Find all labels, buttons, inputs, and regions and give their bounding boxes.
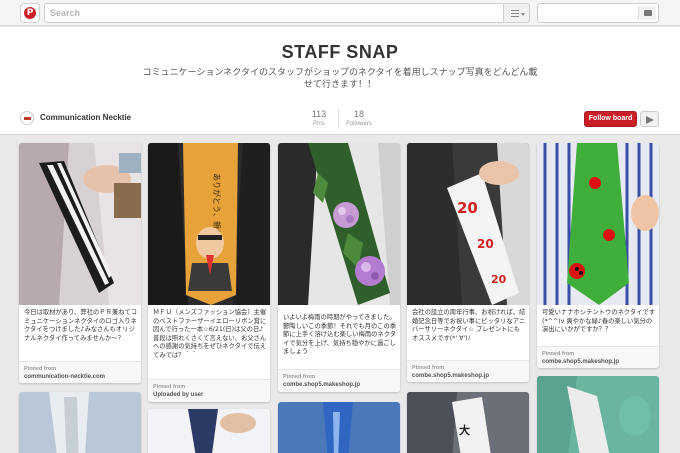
svg-text:20: 20 (457, 199, 478, 217)
pin-image[interactable]: 大 (407, 392, 529, 453)
board-title: STAFF SNAP (281, 42, 399, 62)
pinned-from-label: Pinned from (542, 351, 575, 357)
pin-description: いよいよ梅雨の時期がやってきました。鬱陶しいこの季節！それでも月のこの季節に上手… (283, 314, 397, 356)
pin-card[interactable] (278, 402, 400, 453)
pin-image[interactable] (278, 143, 400, 305)
pin-description: ＭＦＵ（メンズファッション協会）主催のベストファーザーイエローリボン賞に因んで行… (153, 309, 267, 359)
top-bar: P Search (0, 0, 680, 26)
pin-image[interactable]: 20 20 20 (407, 143, 529, 305)
board-description: コミュニケーションネクタイのスタッフがショップのネクタイを着用しスナップ写真をど… (142, 68, 538, 90)
search-input[interactable]: Search (44, 3, 504, 23)
photo-anniversary-tie: 20 20 20 (407, 143, 529, 305)
pinned-from-label: Pinned from (412, 365, 445, 371)
send-button[interactable] (640, 111, 659, 127)
messages-icon (644, 10, 652, 16)
pinterest-logo-mark: P (24, 7, 36, 19)
pin-card[interactable] (19, 392, 141, 453)
pinterest-logo-icon[interactable]: P (20, 3, 40, 23)
pin-source[interactable]: Pinned from combe.shop5.makeshop.jp (537, 346, 659, 368)
board-header: STAFF SNAP コミュニケーションネクタイのスタッフがショップのネクタイを… (0, 27, 680, 135)
menu-icon (511, 10, 519, 17)
owner-name[interactable]: Communication Necktie (40, 112, 131, 124)
owner-avatar[interactable] (20, 111, 34, 125)
pin-image[interactable] (148, 409, 270, 453)
user-box[interactable] (537, 3, 659, 23)
svg-text:20: 20 (477, 237, 494, 251)
pinned-from-label: Pinned from (153, 384, 186, 390)
pin-description: 今日は取材があり、弊社のＰＲ兼ねてコミュニケーションネクタイのロゴ入りネクタイを… (24, 309, 138, 342)
pin-card[interactable]: 可愛いナナホシテントウのネクタイです(*^^)v 爽やかな緑♪春の楽しい気分の演… (537, 143, 659, 368)
pin-image[interactable]: ありがとう、親父。 (148, 143, 270, 305)
photo-yellow-ribbon-tie: ありがとう、親父。 (148, 143, 270, 305)
pin-source[interactable]: Pinned from Uploaded by user (148, 379, 270, 402)
caret-down-icon (521, 13, 525, 16)
pin-card[interactable]: いよいよ梅雨の時期がやってきました。鬱陶しいこの季節！それでも月のこの季節に上手… (278, 143, 400, 392)
svg-text:大: 大 (459, 423, 470, 437)
send-icon (646, 116, 654, 124)
pin-source-link[interactable]: communication-necktie.com (24, 373, 105, 381)
pins-count: 113 (311, 109, 327, 119)
pin-card[interactable]: ありがとう、親父。 ＭＦＵ（メンズファッション協会）主催のベストファーザーイエロ… (148, 143, 270, 402)
pin-source[interactable]: Pinned from communication-necktie.com (19, 361, 141, 383)
pinned-from-label: Pinned from (24, 366, 57, 372)
necktie-logo-icon (24, 117, 31, 120)
pin-card[interactable]: 今日は取材があり、弊社のＰＲ兼ねてコミュニケーションネクタイのロゴ入りネクタイを… (19, 143, 141, 383)
pin-image[interactable] (278, 402, 400, 453)
photo-hydrangea-tie (278, 143, 400, 305)
pin-source-link[interactable]: combe.shop5.makeshop.jp (412, 372, 489, 380)
pin-description: 会社の設立の周年行事、お祝ければ、結婚記念日等でお祝い事にピッタリなアニバーサリ… (412, 309, 526, 342)
pin-source-link[interactable]: Uploaded by user (153, 391, 203, 399)
pin-image[interactable] (537, 143, 659, 305)
pin-image[interactable] (19, 392, 141, 453)
messages-button[interactable] (638, 6, 656, 20)
pin-image[interactable] (19, 143, 141, 305)
follow-board-button[interactable]: Follow board (584, 111, 637, 127)
svg-text:20: 20 (491, 273, 507, 286)
photo-striped-tie (19, 143, 141, 305)
followers-stat[interactable]: 18 Followers (339, 109, 379, 128)
pinned-from-label: Pinned from (283, 374, 316, 380)
search-placeholder: Search (50, 8, 81, 18)
pin-source[interactable]: Pinned from combe.shop5.makeshop.jp (278, 369, 400, 392)
pin-source[interactable]: Pinned from combe.shop5.makeshop.jp (407, 360, 529, 382)
pin-source-link[interactable]: combe.shop5.makeshop.jp (283, 381, 360, 389)
pin-card[interactable] (148, 409, 270, 453)
pins-stat[interactable]: 113 Pins (299, 109, 339, 128)
pin-source-link[interactable]: combe.shop5.makeshop.jp (542, 358, 619, 366)
menu-button[interactable] (504, 3, 530, 23)
photo-ladybug-tie (537, 143, 659, 305)
pin-card[interactable]: 20 20 20 会社の設立の周年行事、お祝ければ、結婚記念日等でお祝い事にピッ… (407, 143, 529, 382)
pin-card[interactable] (537, 376, 659, 453)
pin-card[interactable]: 大 (407, 392, 529, 453)
pin-image[interactable] (537, 376, 659, 453)
followers-label: Followers (346, 121, 372, 127)
followers-count: 18 (353, 109, 364, 119)
pins-label: Pins (313, 121, 325, 127)
pin-description: 可愛いナナホシテントウのネクタイです(*^^)v 爽やかな緑♪春の楽しい気分の演… (542, 309, 656, 334)
